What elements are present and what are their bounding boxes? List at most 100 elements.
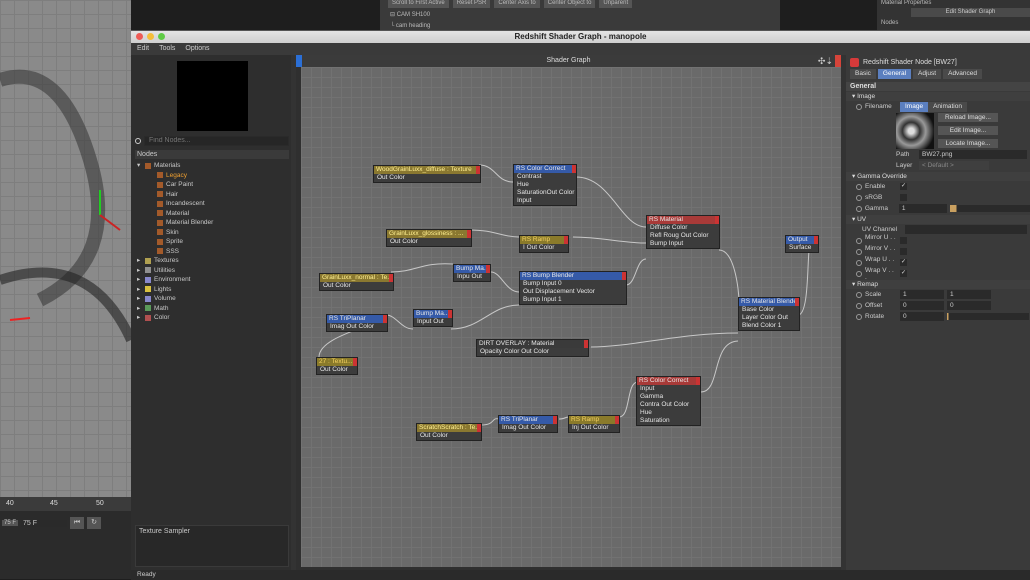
graph-node-tex27[interactable]: 27 : Textu... Out Color — [316, 357, 358, 375]
node-tree-item[interactable]: SSS — [135, 247, 289, 257]
gamma-field[interactable]: 1 — [898, 204, 948, 213]
loop-icon[interactable]: ↻ — [87, 517, 102, 529]
graph-node-ramp1[interactable]: RS Ramp I Out Color — [519, 235, 569, 253]
node-port[interactable]: Surface — [786, 244, 818, 252]
node-port[interactable]: Layer Color Out — [739, 314, 799, 322]
node-port[interactable]: Out Displacement Vector — [520, 288, 626, 296]
enable-checkbox[interactable]: ✓ — [900, 183, 907, 190]
scroll-first-button[interactable]: Scroll to First Active — [388, 0, 449, 8]
tree-toggle-icon[interactable]: ▾ — [137, 161, 142, 171]
group-uv-toggle[interactable]: ▾ UV — [846, 215, 1030, 224]
node-tree-item[interactable]: Material — [135, 209, 289, 219]
node-tree-item[interactable]: ▸ Volume — [135, 294, 289, 304]
tab-image[interactable]: Image — [900, 101, 929, 112]
node-tree-item[interactable]: Sprite — [135, 237, 289, 247]
center-axis-button[interactable]: Center Axis to — [494, 0, 540, 8]
graph-node-matblend[interactable]: RS Material Blender Base Color Layer Color… — [738, 297, 800, 331]
3d-viewport[interactable] — [0, 0, 131, 500]
node-port[interactable]: Diffuse Color — [647, 224, 719, 232]
rotate-field[interactable]: 0 — [900, 312, 944, 321]
center-object-button[interactable]: Center Object to — [543, 0, 596, 8]
layer-dropdown[interactable]: < Default > — [919, 161, 989, 170]
node-port[interactable]: Saturation — [637, 417, 700, 425]
graph-node-tri2[interactable]: RS TriPlanar Imag Out Color — [498, 415, 558, 433]
window-titlebar[interactable]: Redshift Shader Graph - manopole — [131, 31, 1030, 43]
group-image-toggle[interactable]: ▾ Image — [846, 92, 1030, 101]
path-field[interactable]: BW27.png — [919, 150, 1027, 159]
node-port[interactable]: Hue — [514, 181, 576, 189]
node-port[interactable]: Contra Out Color — [637, 401, 700, 409]
locate-image-button[interactable]: Locate Image... — [938, 139, 998, 148]
keyframe-icon[interactable] — [856, 270, 862, 277]
node-tree-item[interactable]: ▸ Color — [135, 313, 289, 323]
keyframe-icon[interactable] — [856, 183, 862, 190]
graph-node-wood[interactable]: WoodGrainLuxx_diffuse : Texture Out Color — [373, 165, 481, 183]
node-port[interactable]: Opacity Color Out Color — [477, 348, 588, 356]
node-port[interactable]: I Out Color — [520, 244, 568, 252]
node-port[interactable]: Refl Roug Out Color — [647, 232, 719, 240]
timeline[interactable]: 40 45 50 75 F 75 F ⏮ ↻ — [0, 497, 131, 579]
node-tree-item[interactable]: Hair — [135, 190, 289, 200]
node-port[interactable]: Bump Input — [647, 240, 719, 248]
navigate-icon[interactable]: ✣⇣ — [818, 55, 833, 67]
keyframe-icon[interactable] — [856, 291, 862, 298]
close-icon[interactable] — [136, 33, 143, 40]
tree-toggle-icon[interactable]: ▸ — [137, 256, 142, 266]
wrap-v-checkbox[interactable]: ✓ — [900, 270, 907, 277]
node-port[interactable]: Saturation Out Color — [514, 189, 576, 197]
offset-u-field[interactable]: 0 — [900, 301, 944, 310]
keyframe-icon[interactable] — [856, 248, 862, 255]
mirror-u-checkbox[interactable] — [900, 237, 907, 244]
keyframe-icon[interactable] — [856, 237, 862, 244]
graph-node-tri1[interactable]: RS TriPlanar Imag Out Color — [326, 314, 388, 332]
node-port[interactable]: Input — [514, 197, 576, 205]
graph-node-cc1[interactable]: RS Color Correct Contrast Hue Saturation Out… — [513, 164, 577, 206]
tab-advanced[interactable]: Advanced — [943, 69, 983, 79]
minimize-icon[interactable] — [147, 33, 154, 40]
graph-node-output[interactable]: Output Surface — [785, 235, 819, 253]
node-port[interactable]: Gamma — [637, 393, 700, 401]
node-port[interactable]: Input — [637, 385, 700, 393]
panel-handle-right[interactable] — [835, 55, 841, 67]
graph-node-dirt[interactable]: DIRT OVERLAY : Material Opacity Color Out… — [476, 339, 589, 357]
rotate-slider[interactable] — [947, 313, 1029, 320]
tab-adjust[interactable]: Adjust — [913, 69, 942, 79]
node-tree-item[interactable]: Legacy — [135, 171, 289, 181]
group-remap-toggle[interactable]: ▾ Remap — [846, 280, 1030, 289]
tree-toggle-icon[interactable]: ▸ — [137, 266, 142, 276]
node-port[interactable]: Bump Input 1 — [520, 296, 626, 304]
find-nodes-input[interactable] — [144, 135, 289, 146]
node-port[interactable]: Inpu Out — [454, 273, 490, 281]
mirror-v-checkbox[interactable] — [900, 248, 907, 255]
node-tree-item[interactable]: ▸ Math — [135, 304, 289, 314]
rewind-icon[interactable]: ⏮ — [70, 517, 85, 529]
graph-node-scratch[interactable]: ScratchScratch : Te... Out Color — [416, 423, 482, 441]
node-tree-item[interactable]: Incandescent — [135, 199, 289, 209]
node-tree-item[interactable]: Material Blender — [135, 218, 289, 228]
tree-toggle-icon[interactable]: ▸ — [137, 294, 142, 304]
gamma-slider[interactable] — [950, 205, 1030, 212]
scale-v-field[interactable]: 1 — [947, 290, 991, 299]
edit-shader-graph-button[interactable]: Edit Shader Graph — [911, 8, 1030, 17]
graph-node-cc2[interactable]: RS Color Correct Input Gamma Contra Out Col… — [636, 376, 701, 426]
keyframe-icon[interactable] — [856, 259, 862, 266]
reload-image-button[interactable]: Reload Image... — [938, 113, 998, 122]
maximize-icon[interactable] — [158, 33, 165, 40]
graph-node-ramp2[interactable]: RS Ramp Inj Out Color — [568, 415, 620, 433]
node-tree-item[interactable]: ▸ Lights — [135, 285, 289, 295]
node-port[interactable]: Input Out — [414, 318, 452, 326]
menu-options[interactable]: Options — [185, 43, 209, 55]
offset-v-field[interactable]: 0 — [947, 301, 991, 310]
uv-channel-field[interactable] — [905, 225, 1027, 234]
graph-node-bump1[interactable]: Bump Ma... Inpu Out — [453, 264, 491, 282]
graph-node-normal[interactable]: GrainLuxx_normal : Te... Out Color — [319, 273, 394, 291]
panel-handle-left[interactable] — [296, 55, 302, 67]
tab-basic[interactable]: Basic — [850, 69, 876, 79]
node-port[interactable]: Blend Color 1 — [739, 322, 799, 330]
object-tree-item[interactable]: ⊟ CAM SH100 — [390, 10, 780, 21]
node-port[interactable]: Out Color — [387, 238, 471, 246]
graph-node-bumpblend[interactable]: RS Bump Blender Bump Input 0 Out Displacem… — [519, 271, 627, 305]
graph-node-gloss[interactable]: GrainLuxx_glossiness : ... Out Color — [386, 229, 472, 247]
node-port[interactable]: Out Color — [417, 432, 481, 440]
node-port[interactable]: Hue — [637, 409, 700, 417]
